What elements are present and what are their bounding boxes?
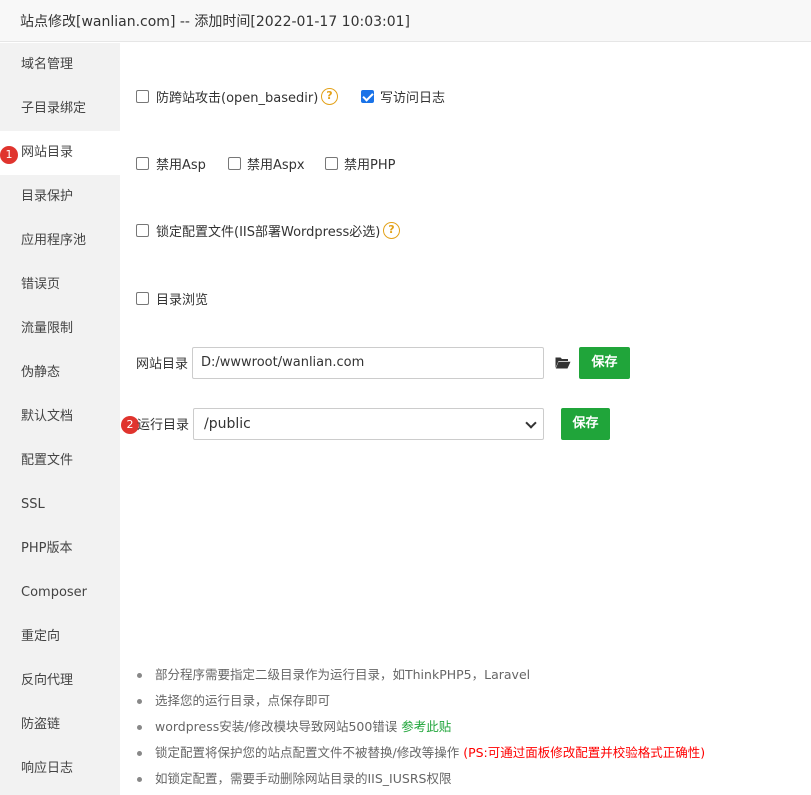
reference-link[interactable]: 参考此贴 [401,719,451,734]
sidebar-item-site-directory[interactable]: 网站目录 [0,131,120,175]
sidebar-item-error-page[interactable]: 错误页 [0,263,120,307]
window-title: 站点修改[wanlian.com] -- 添加时间[2022-01-17 10:… [20,14,411,30]
disable-aspx-label: 禁用Aspx [247,158,305,173]
note-item: 如锁定配置，需要手动删除网站目录的IIS_IUSRS权限 [137,768,705,794]
lock-config-checkbox[interactable] [136,224,149,237]
step-badge-1: 1 [0,146,18,164]
help-icon[interactable]: ? [321,88,338,105]
sidebar-item-redirect[interactable]: 重定向 [0,615,120,659]
window-titlebar: 站点修改[wanlian.com] -- 添加时间[2022-01-17 10:… [0,0,811,42]
site-dir-input[interactable]: D:/wwwroot/wanlian.com [192,347,544,379]
sidebar-item-php-version[interactable]: PHP版本 [0,527,120,571]
warning-text: (PS:可通过面板修改配置并校验格式正确性) [463,745,706,760]
disable-php-label: 禁用PHP [344,158,396,173]
sidebar-item-config-file[interactable]: 配置文件 [0,439,120,483]
dir-browse-checkbox[interactable] [136,292,149,305]
folder-open-icon[interactable] [555,356,571,369]
note-item: 锁定配置将保护您的站点配置文件不被替换/修改等操作 (PS:可通过面板修改配置并… [137,742,705,768]
run-dir-save-button[interactable]: 保存 [561,408,610,440]
site-dir-save-button[interactable]: 保存 [579,347,630,379]
run-dir-label: 运行目录 [137,418,190,433]
sidebar-item-response-log[interactable]: 响应日志 [0,747,120,791]
sidebar-item-dir-protect[interactable]: 目录保护 [0,175,120,219]
help-notes: 部分程序需要指定二级目录作为运行目录，如ThinkPHP5，Laravel 选择… [137,664,705,794]
disable-asp-checkbox[interactable] [136,157,149,170]
run-dir-select[interactable]: /public [193,408,544,440]
note-item: 部分程序需要指定二级目录作为运行目录，如ThinkPHP5，Laravel [137,664,705,690]
site-dir-label: 网站目录 [136,357,189,372]
sidebar-item-traffic-limit[interactable]: 流量限制 [0,307,120,351]
sidebar-item-composer[interactable]: Composer [0,571,120,615]
access-log-checkbox[interactable] [361,90,374,103]
sidebar-item-ssl[interactable]: SSL [0,483,120,527]
sidebar-item-domain[interactable]: 域名管理 [0,43,120,87]
sidebar-item-app-pool[interactable]: 应用程序池 [0,219,120,263]
sidebar-item-subdir-binding[interactable]: 子目录绑定 [0,87,120,131]
sidebar-item-reverse-proxy[interactable]: 反向代理 [0,659,120,703]
dir-browse-label: 目录浏览 [156,293,209,308]
disable-asp-label: 禁用Asp [156,158,206,173]
sidebar: 域名管理 子目录绑定 网站目录 目录保护 应用程序池 错误页 流量限制 伪静态 … [0,43,120,795]
lock-config-label: 锁定配置文件(IIS部署Wordpress必选) [156,225,381,240]
access-log-label: 写访问日志 [380,91,446,106]
open-basedir-label: 防跨站攻击(open_basedir) [156,91,319,106]
disable-aspx-checkbox[interactable] [228,157,241,170]
sidebar-item-default-doc[interactable]: 默认文档 [0,395,120,439]
note-item: wordpress安装/修改模块导致网站500错误 参考此贴 [137,716,705,742]
note-item: 选择您的运行目录，点保存即可 [137,690,705,716]
sidebar-item-rewrite[interactable]: 伪静态 [0,351,120,395]
help-icon[interactable]: ? [383,222,400,239]
disable-php-checkbox[interactable] [325,157,338,170]
sidebar-item-hotlink[interactable]: 防盗链 [0,703,120,747]
chevron-down-icon [525,417,537,429]
open-basedir-checkbox[interactable] [136,90,149,103]
